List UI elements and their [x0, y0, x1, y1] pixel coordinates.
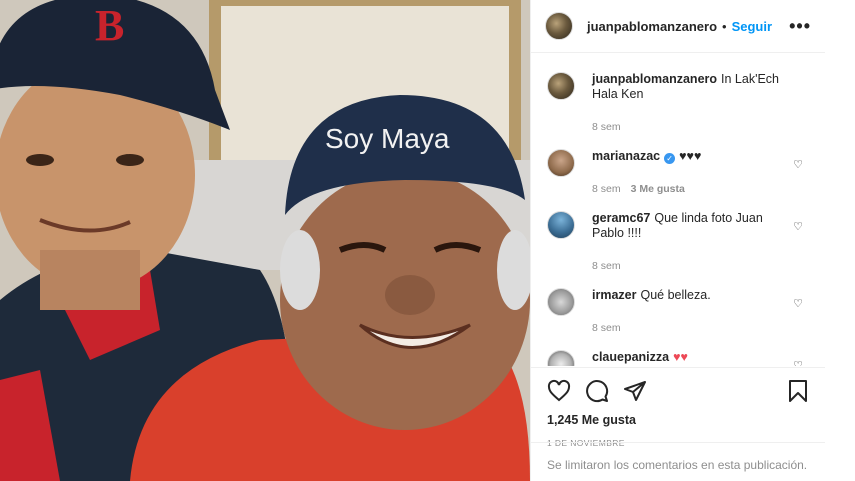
comment-icon[interactable] — [585, 379, 609, 403]
avatar[interactable] — [547, 350, 575, 366]
more-options-icon[interactable]: ••• — [789, 16, 811, 37]
comment-text: Qué belleza. — [640, 288, 711, 302]
list-item: geramc67 Que linda foto Juan Pablo !!!! 8… — [547, 211, 809, 288]
post-image: B Soy Maya — [0, 0, 530, 481]
comment-text: ♥♥♥ — [679, 149, 702, 163]
caption: juanpablomanzanero In Lak'Ech Hala Ken 8 … — [547, 72, 809, 149]
heart-icon[interactable]: ♡ — [793, 220, 803, 233]
action-bar — [547, 376, 809, 406]
separator-dot: • — [722, 18, 727, 34]
heart-icon[interactable] — [547, 379, 571, 403]
avatar[interactable] — [547, 72, 575, 100]
comment-username[interactable]: clauepanizza — [592, 350, 669, 364]
comment-likes[interactable]: 3 Me gusta — [631, 183, 685, 195]
post-actions: 1,245 Me gusta 1 DE NOVIEMBRE Se limitar… — [531, 367, 825, 481]
share-icon[interactable] — [623, 379, 647, 403]
comment-username[interactable]: irmazer — [592, 288, 636, 302]
comment-time[interactable]: 8 sem — [592, 183, 621, 195]
list-item: marianazac ✓ ♥♥♥ 8 sem 3 Me gusta ♡ — [547, 149, 809, 211]
cap-text: Soy Maya — [325, 123, 450, 154]
avatar[interactable] — [545, 12, 573, 40]
page-gutter — [825, 0, 855, 481]
like-count[interactable]: 1,245 Me gusta — [547, 413, 809, 427]
post-photo[interactable]: B Soy Maya — [0, 0, 530, 481]
heart-icon[interactable]: ♡ — [793, 359, 803, 366]
heart-icon[interactable]: ♡ — [793, 158, 803, 171]
comment-time[interactable]: 8 sem — [592, 321, 785, 336]
bookmark-icon[interactable] — [787, 379, 809, 403]
caption-time[interactable]: 8 sem — [592, 120, 785, 135]
comment-text: ♥♥ — [673, 350, 688, 364]
heart-icon[interactable]: ♡ — [793, 297, 803, 310]
username-link[interactable]: juanpablomanzanero — [587, 19, 717, 34]
cap-logo-b: B — [95, 1, 124, 50]
caption-username[interactable]: juanpablomanzanero — [592, 72, 717, 86]
comments-list[interactable]: juanpablomanzanero In Lak'Ech Hala Ken 8 … — [531, 54, 825, 366]
comment-time[interactable]: 8 sem — [592, 259, 785, 274]
avatar[interactable] — [547, 211, 575, 239]
verified-badge-icon: ✓ — [664, 153, 676, 164]
post-side-panel: juanpablomanzanero • Seguir ••• juanpabl… — [530, 0, 825, 481]
post-header: juanpablomanzanero • Seguir ••• — [531, 0, 825, 53]
list-item: irmazer Qué belleza. 8 sem ♡ — [547, 288, 809, 350]
list-item: clauepanizza♥♥ 1 d ♡ — [547, 350, 809, 366]
follow-button[interactable]: Seguir — [732, 19, 772, 34]
comment-username[interactable]: geramc67 — [592, 211, 650, 225]
avatar[interactable] — [547, 149, 575, 177]
comment-username[interactable]: marianazac — [592, 149, 660, 163]
comments-limited-notice: Se limitaron los comentarios en esta pub… — [531, 442, 825, 481]
avatar[interactable] — [547, 288, 575, 316]
comment-meta: 8 sem 3 Me gusta — [592, 182, 785, 197]
